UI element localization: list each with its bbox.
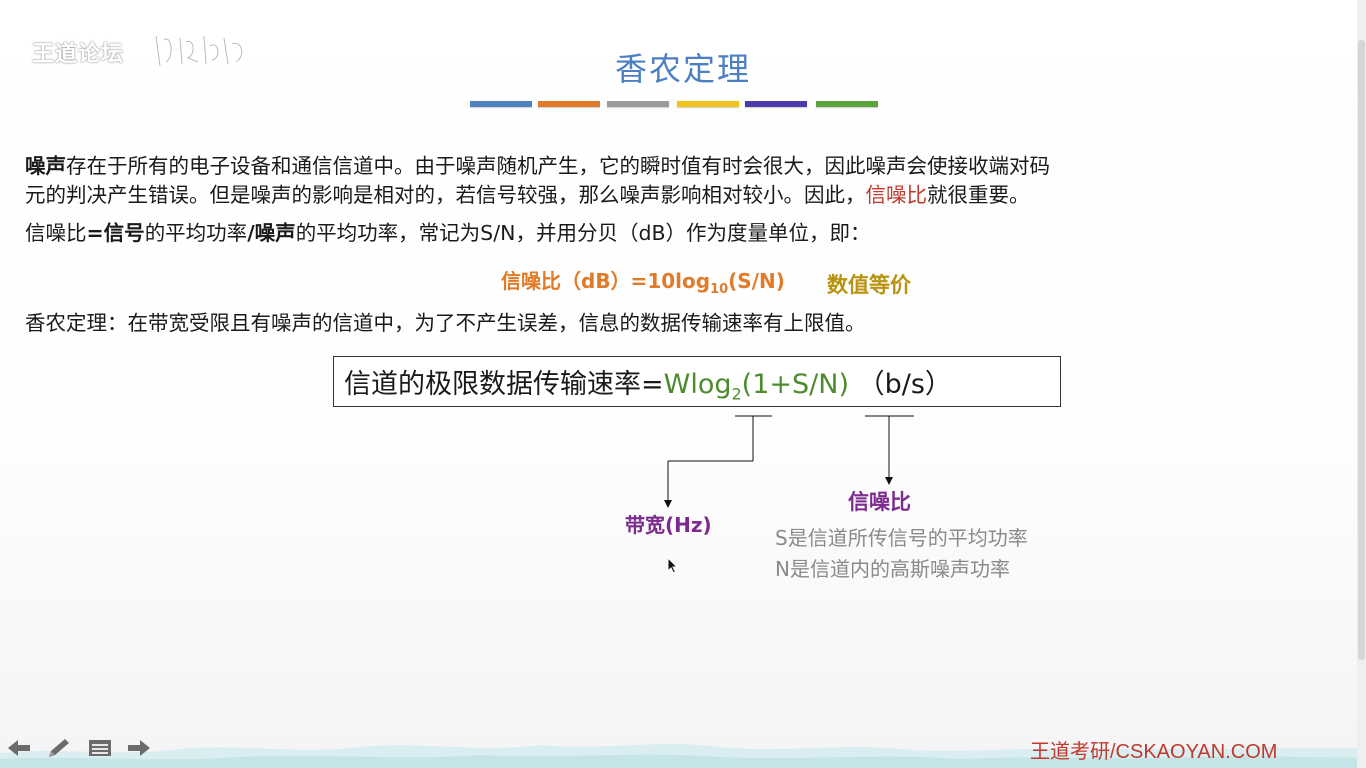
snr-text: 信噪比: [25, 221, 87, 245]
equivalent-label: 数值等价: [827, 273, 911, 297]
shannon-formula: 信道的极限数据传输速率=Wlog2(1+S/N) （b/s）: [344, 362, 952, 403]
paragraph-noise-line2-end: 就很重要。: [927, 183, 1030, 207]
formula-unit: （b/s）: [857, 369, 952, 400]
formula-db-subscript: 10: [710, 282, 729, 297]
title-bar: [470, 101, 532, 107]
snr-label: 信噪比: [848, 490, 911, 514]
s-description: S是信道所传信号的平均功率: [775, 526, 1028, 550]
title-bar: [816, 101, 878, 107]
avg-power-text: 的平均功率: [144, 221, 248, 245]
title-bar: [538, 101, 600, 107]
snr-db-formula: 信噪比（dB）=10log10(S/N): [501, 265, 785, 297]
pen-icon[interactable]: [46, 737, 72, 759]
title-bar: [677, 101, 739, 107]
paragraph-snr-definition: 信噪比=信号的平均功率/噪声的平均功率，常记为S/N，并用分贝（dB）作为度量单…: [25, 219, 871, 248]
formula-db-tail: (S/N): [728, 269, 785, 293]
back-arrow-icon[interactable]: [6, 737, 32, 759]
paragraph-shannon: 香农定理：在带宽受限且有噪声的信道中，为了不产生误差，信息的数据传输速率有上限值…: [25, 311, 866, 335]
formula-db-main: 信噪比（dB）=10log: [501, 269, 711, 293]
paragraph-noise-line2: 元的判决产生错误。但是噪声的影响是相对的，若信号较强，那么噪声影响相对较小。因此…: [25, 183, 866, 207]
term-noise: 噪声: [25, 154, 66, 178]
formula-prefix: 信道的极限数据传输速率=: [344, 369, 664, 400]
slide-title: 香农定理: [614, 50, 751, 88]
snr-definition-rest: 的平均功率，常记为S/N，并用分贝（dB）作为度量单位，即：: [295, 221, 871, 245]
highlight-snr: 信噪比: [865, 183, 928, 207]
paragraph-noise-line1: 存在于所有的电子设备和通信信道中。由于噪声随机产生，它的瞬时值有时会很大，因此噪…: [66, 154, 1050, 178]
bandwidth-label: 带宽(Hz): [625, 513, 712, 537]
title-bar: [745, 101, 807, 107]
title-bar: [607, 101, 669, 107]
brand-footer: 王道考研/CSKAOYAN.COM: [1030, 741, 1278, 763]
menu-icon[interactable]: [87, 737, 113, 759]
mouse-cursor-icon: [667, 557, 679, 574]
formula-wlog: Wlog: [663, 369, 732, 400]
formula-argument: (1+S/N): [741, 369, 849, 400]
signal-term: =信号: [86, 221, 145, 245]
forward-arrow-icon[interactable]: [126, 737, 152, 759]
paragraph-noise: 噪声存在于所有的电子设备和通信信道中。由于噪声随机产生，它的瞬时值有时会很大，因…: [25, 152, 1050, 210]
scrollbar-thumb[interactable]: [1358, 40, 1365, 660]
noise-term: /噪声: [247, 221, 296, 245]
n-description: N是信道内的高斯噪声功率: [775, 557, 1010, 581]
formula-log-base: 2: [731, 384, 742, 404]
